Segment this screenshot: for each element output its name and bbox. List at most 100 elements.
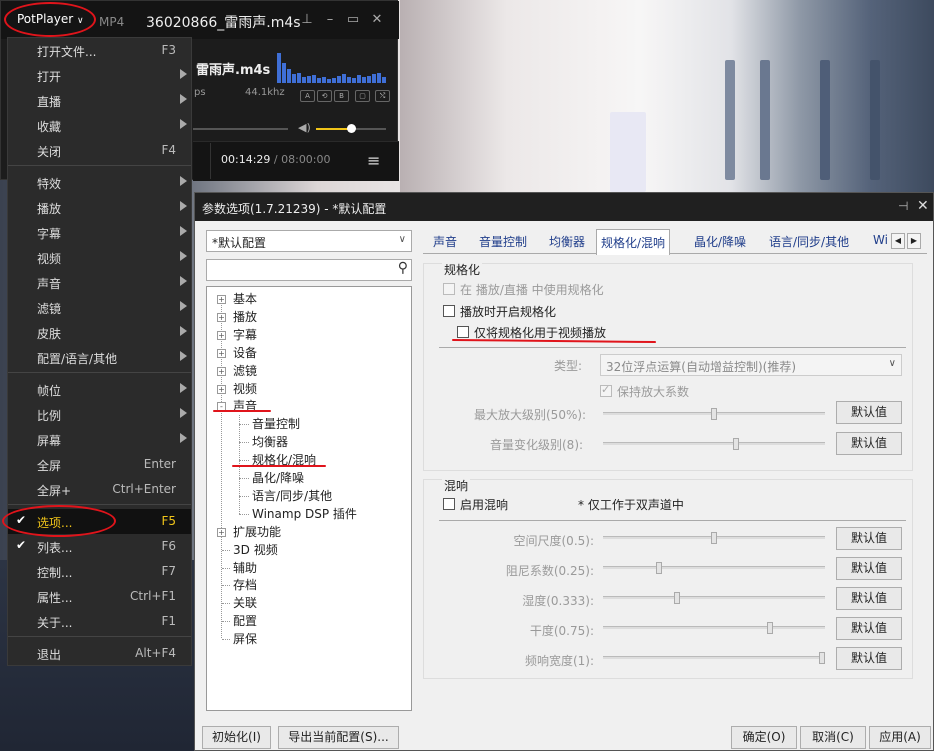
- menu-item[interactable]: 配置/语言/其他: [8, 345, 191, 370]
- export-config-button[interactable]: 导出当前配置(S)...: [278, 726, 399, 749]
- keep-gain-checkbox[interactable]: [600, 383, 612, 397]
- tree-item[interactable]: 晶化/降噪: [252, 469, 304, 486]
- tree-item[interactable]: 滤镜: [233, 362, 257, 379]
- shuffle-icon[interactable]: ⤭: [375, 90, 390, 102]
- tree-item[interactable]: 播放: [233, 308, 257, 325]
- menu-item[interactable]: 视频: [8, 245, 191, 270]
- reverb-param-slider[interactable]: [603, 532, 825, 544]
- max-gain-slider[interactable]: [603, 408, 825, 420]
- tree-item[interactable]: 存档: [233, 576, 257, 593]
- reverb-default-button[interactable]: 默认值: [836, 557, 902, 580]
- seek-bar[interactable]: [193, 128, 288, 130]
- tree-item[interactable]: 基本: [233, 290, 257, 307]
- menu-item[interactable]: 屏幕: [8, 427, 191, 452]
- expand-icon[interactable]: +: [217, 527, 226, 537]
- slider-knob[interactable]: [673, 592, 680, 604]
- max-gain-default-button[interactable]: 默认值: [836, 401, 902, 424]
- tree-item[interactable]: 设备: [233, 344, 257, 361]
- speaker-icon[interactable]: ◀): [298, 121, 311, 134]
- expand-icon[interactable]: +: [217, 348, 226, 358]
- slider-knob[interactable]: [655, 562, 662, 574]
- tree-item[interactable]: 视频: [233, 380, 257, 397]
- menu-item[interactable]: 帧位: [8, 377, 191, 402]
- video-only-checkbox[interactable]: [457, 326, 469, 338]
- ok-button[interactable]: 确定(O): [731, 726, 797, 749]
- tree-item[interactable]: 3D 视频: [233, 541, 278, 558]
- reverb-default-button[interactable]: 默认值: [836, 647, 902, 670]
- menu-item[interactable]: 收藏: [8, 113, 191, 138]
- tab-scroll-right-icon[interactable]: ▶: [907, 233, 921, 249]
- tree-item[interactable]: 辅助: [233, 559, 257, 576]
- menu-item[interactable]: 关闭 F4: [8, 138, 191, 163]
- menu-item[interactable]: 声音: [8, 270, 191, 295]
- close-icon[interactable]: ✕: [369, 12, 385, 28]
- slider-knob[interactable]: [733, 438, 740, 450]
- search-input[interactable]: ⚲: [206, 259, 412, 281]
- expand-icon[interactable]: +: [217, 366, 226, 376]
- tab[interactable]: 声音: [433, 233, 457, 250]
- reverb-param-slider[interactable]: [603, 652, 825, 664]
- menu-item[interactable]: 滤镜: [8, 295, 191, 320]
- minimize-icon[interactable]: –: [322, 12, 338, 28]
- menu-item[interactable]: 播放: [8, 195, 191, 220]
- a-icon[interactable]: A: [300, 90, 315, 102]
- tab[interactable]: Wi: [873, 233, 888, 247]
- tree-item[interactable]: 配置: [233, 612, 257, 629]
- initialize-button[interactable]: 初始化(I): [202, 726, 271, 749]
- volume-knob[interactable]: [347, 124, 356, 133]
- tab[interactable]: 晶化/降噪: [694, 233, 746, 250]
- tab-scroll-left-icon[interactable]: ◀: [891, 233, 905, 249]
- menu-item[interactable]: 属性... Ctrl+F1: [8, 584, 191, 609]
- reverb-default-button[interactable]: 默认值: [836, 617, 902, 640]
- menu-item[interactable]: 全屏+ Ctrl+Enter: [8, 477, 191, 502]
- tab[interactable]: 音量控制: [479, 233, 527, 250]
- maximize-icon[interactable]: ▭: [345, 12, 361, 28]
- tree-item[interactable]: 语言/同步/其他: [252, 487, 332, 504]
- tree-item[interactable]: 均衡器: [252, 433, 288, 450]
- type-select[interactable]: 32位浮点运算(自动增益控制)(推荐) ∨: [600, 354, 902, 376]
- menu-icon[interactable]: ≡: [367, 151, 380, 170]
- enable-reverb-checkbox[interactable]: [443, 498, 455, 510]
- expand-icon[interactable]: +: [217, 295, 226, 304]
- menu-item[interactable]: 皮肤: [8, 320, 191, 345]
- tree-item[interactable]: 字幕: [233, 326, 257, 343]
- profile-select[interactable]: *默认配置 ∨: [206, 230, 412, 252]
- tree-item[interactable]: 音量控制: [252, 415, 300, 432]
- expand-icon[interactable]: +: [217, 384, 226, 394]
- menu-item[interactable]: 特效: [8, 170, 191, 195]
- close-icon[interactable]: ✕: [917, 198, 929, 214]
- slider-knob[interactable]: [819, 652, 825, 664]
- menu-item[interactable]: 全屏 Enter: [8, 452, 191, 477]
- normalize-on-play-checkbox[interactable]: [443, 305, 455, 317]
- vol-change-default-button[interactable]: 默认值: [836, 432, 902, 455]
- tree-item[interactable]: 关联: [233, 594, 257, 611]
- slider-knob[interactable]: [766, 622, 773, 634]
- chat-icon[interactable]: ▢: [355, 90, 370, 102]
- live-normalize-checkbox[interactable]: [443, 283, 455, 295]
- menu-item[interactable]: 打开: [8, 63, 191, 88]
- menu-item[interactable]: 比例: [8, 402, 191, 427]
- reverb-default-button[interactable]: 默认值: [836, 527, 902, 550]
- slider-knob[interactable]: [711, 408, 717, 420]
- expand-icon[interactable]: +: [217, 330, 226, 340]
- volume-slider[interactable]: [316, 124, 386, 133]
- tab[interactable]: 均衡器: [549, 233, 585, 250]
- apply-button[interactable]: 应用(A): [869, 726, 931, 749]
- pin-icon[interactable]: ⊣: [898, 199, 908, 213]
- menu-item[interactable]: 打开文件... F3: [8, 38, 191, 63]
- reverb-param-slider[interactable]: [603, 622, 825, 634]
- tab[interactable]: 语言/同步/其他: [769, 233, 849, 250]
- tree-item[interactable]: Winamp DSP 插件: [252, 505, 357, 522]
- reverb-param-slider[interactable]: [603, 592, 825, 604]
- cancel-button[interactable]: 取消(C): [800, 726, 866, 749]
- repeat-icon[interactable]: ⟲: [317, 90, 332, 102]
- tree-item[interactable]: 扩展功能: [233, 523, 281, 540]
- vol-change-slider[interactable]: [603, 438, 825, 450]
- menu-item[interactable]: 关于... F1: [8, 609, 191, 634]
- slider-knob[interactable]: [711, 532, 717, 544]
- reverb-default-button[interactable]: 默认值: [836, 587, 902, 610]
- tab[interactable]: 规格化/混响: [596, 229, 671, 255]
- expand-icon[interactable]: +: [217, 312, 226, 322]
- menu-item[interactable]: 字幕: [8, 220, 191, 245]
- reverb-param-slider[interactable]: [603, 562, 825, 574]
